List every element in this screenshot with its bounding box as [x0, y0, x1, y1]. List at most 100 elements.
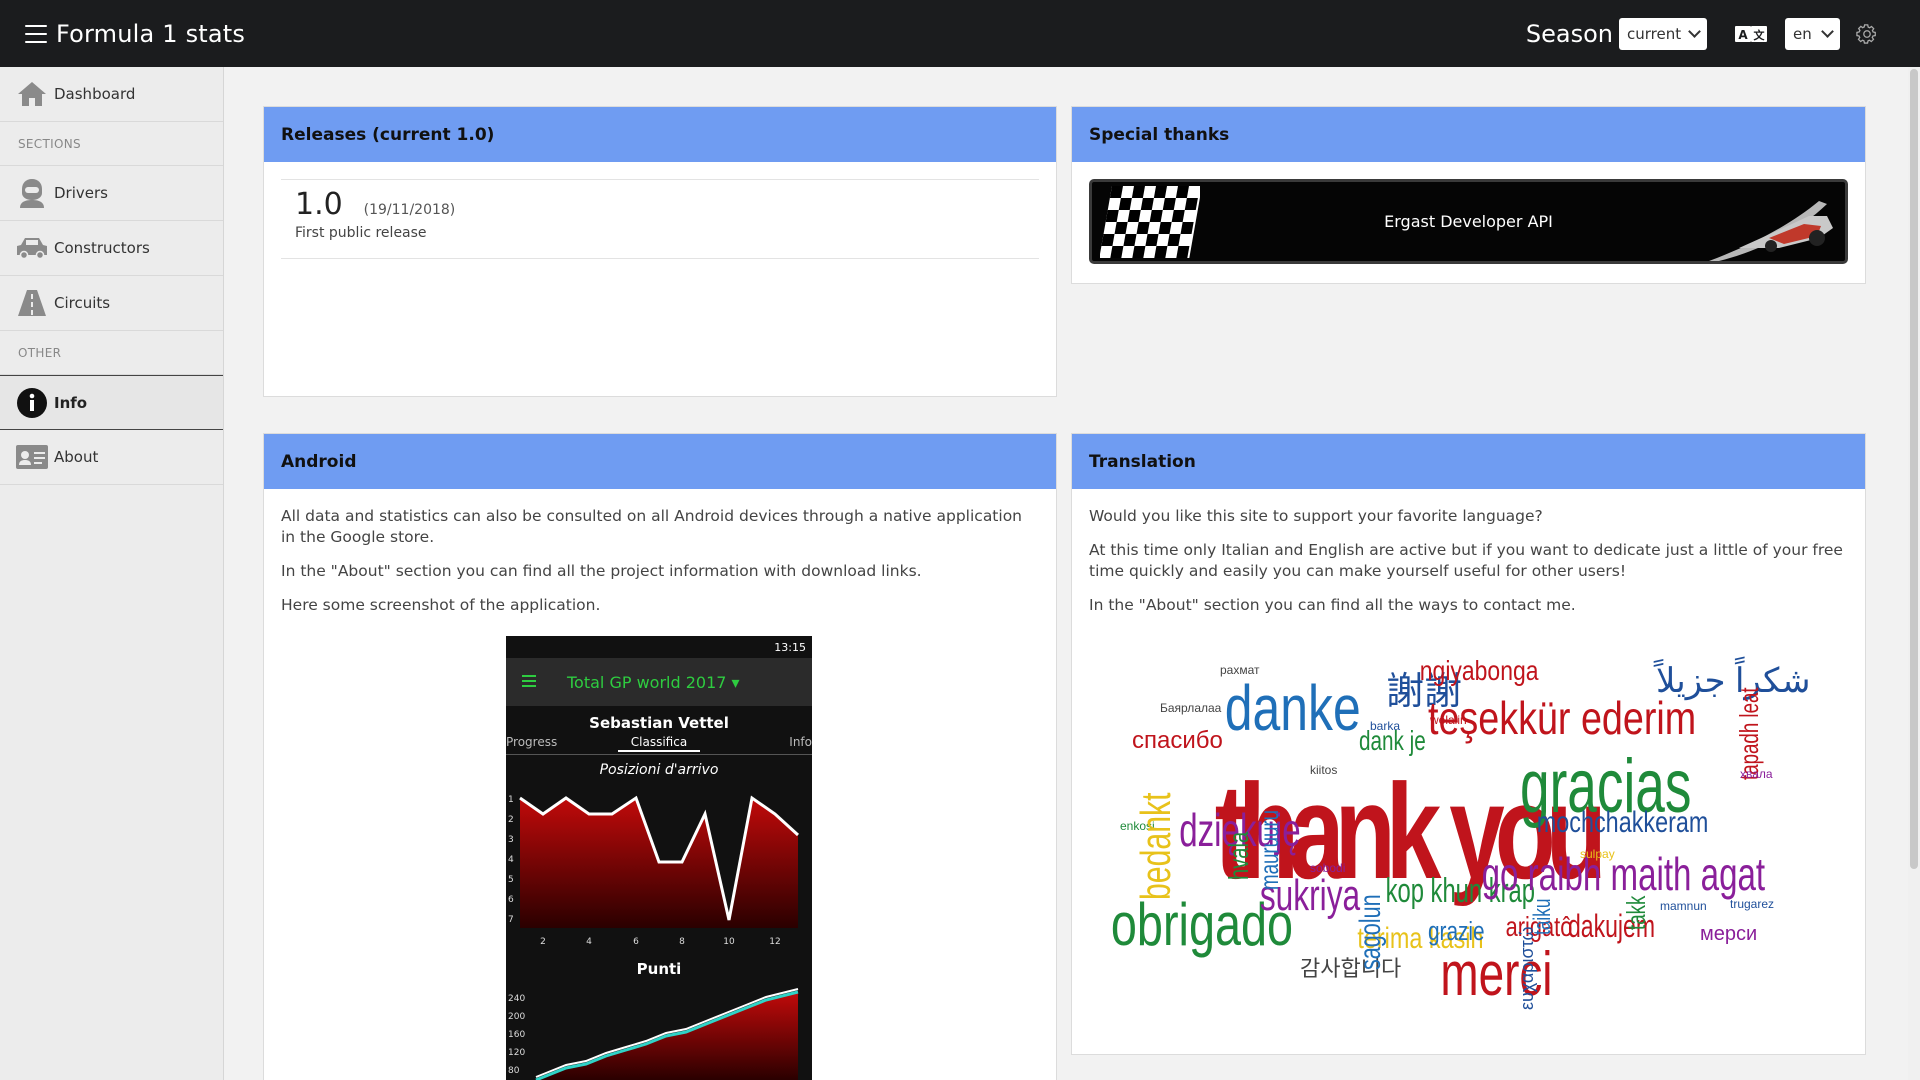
- svg-text:2: 2: [540, 937, 546, 947]
- topbar-controls: Season current A 文 en: [1526, 0, 1880, 67]
- svg-text:takk: takk: [1621, 895, 1651, 930]
- svg-text:barka: barka: [1370, 719, 1400, 733]
- season-select[interactable]: current: [1619, 17, 1707, 50]
- android-paragraph: Here some screenshot of the application.: [281, 596, 601, 614]
- chevron-down-icon: [1688, 24, 1701, 38]
- phone-chart-title-positions: Posizioni d'arrivo: [600, 762, 719, 778]
- ergast-api-label: Ergast Developer API: [1384, 212, 1553, 231]
- android-app-screenshot: 13:15 Total GP world 2017 ▾ Sebastian Ve…: [506, 636, 812, 1080]
- svg-text:mochchakkeram: mochchakkeram: [1537, 805, 1709, 838]
- svg-text:2: 2: [508, 815, 514, 825]
- release-version: 1.0: [295, 187, 343, 222]
- svg-text:8: 8: [679, 937, 685, 947]
- sidebar-item-circuits[interactable]: Circuits: [0, 276, 223, 331]
- sidebar: Dashboard SECTIONS Drivers Constructors …: [0, 67, 224, 1080]
- svg-text:文: 文: [1754, 28, 1766, 42]
- info-icon: [14, 387, 50, 419]
- sidebar-section-other: OTHER: [0, 331, 223, 375]
- home-icon: [14, 78, 50, 110]
- phone-status-time: 13:15: [774, 641, 806, 654]
- driver-icon: [14, 177, 50, 209]
- svg-text:мерси: мерси: [1700, 923, 1757, 945]
- releases-card-title: Releases (current 1.0): [264, 107, 1056, 162]
- android-card-title: Android: [264, 434, 1056, 489]
- gear-icon[interactable]: [1854, 21, 1880, 47]
- svg-text:sulpay: sulpay: [1580, 847, 1615, 861]
- sidebar-item-dashboard[interactable]: Dashboard: [0, 67, 223, 122]
- translation-card-title: Translation: [1072, 434, 1865, 489]
- svg-text:80: 80: [508, 1066, 520, 1076]
- phone-tab-info: Info: [789, 735, 812, 749]
- season-label: Season: [1525, 19, 1613, 48]
- android-card-body: All data and statistics can also be cons…: [264, 489, 1056, 646]
- svg-text:ευχαριστώ: ευχαριστώ: [1517, 927, 1537, 1011]
- sidebar-item-drivers[interactable]: Drivers: [0, 166, 223, 221]
- svg-text:200: 200: [508, 1012, 525, 1022]
- svg-text:4: 4: [586, 937, 592, 947]
- checkered-flag-icon: [1099, 186, 1202, 261]
- svg-text:kiitos: kiitos: [1310, 763, 1337, 777]
- sidebar-item-label: Info: [54, 393, 88, 412]
- releases-card: Releases (current 1.0) 1.0 (19/11/2018) …: [263, 106, 1057, 397]
- hamburger-menu-icon[interactable]: [25, 24, 47, 43]
- svg-text:12: 12: [769, 937, 780, 947]
- ergast-api-banner[interactable]: Ergast Developer API: [1089, 179, 1848, 264]
- release-description: First public release: [295, 225, 427, 241]
- road-icon: [14, 287, 50, 319]
- android-paragraph: All data and statistics can also be cons…: [281, 507, 1023, 546]
- sidebar-section-sections: SECTIONS: [0, 122, 223, 166]
- top-bar: Formula 1 stats Season current A 文 en: [0, 0, 1920, 67]
- sidebar-item-label: Constructors: [54, 239, 150, 257]
- svg-text:ngiyabonga: ngiyabonga: [1420, 656, 1539, 687]
- svg-text:go raibh maith agat: go raibh maith agat: [1482, 850, 1766, 900]
- svg-text:120: 120: [508, 1048, 525, 1058]
- sidebar-item-label: About: [54, 448, 99, 466]
- translate-icon[interactable]: A 文: [1735, 24, 1767, 44]
- special-thanks-card-title: Special thanks: [1072, 107, 1865, 162]
- language-select[interactable]: en: [1785, 17, 1840, 50]
- svg-text:teşekkür ederim: teşekkür ederim: [1428, 692, 1696, 743]
- svg-text:4: 4: [508, 855, 514, 865]
- svg-text:A: A: [1738, 28, 1748, 42]
- race-car-icon: [1709, 186, 1839, 261]
- chevron-down-icon: [1821, 24, 1834, 38]
- release-date: (19/11/2018): [363, 202, 456, 218]
- special-thanks-card: Special thanks Ergast Developer API: [1071, 106, 1866, 284]
- special-thanks-card-body: Ergast Developer API: [1072, 162, 1865, 281]
- svg-text:grazie: grazie: [1428, 917, 1485, 946]
- sidebar-item-constructors[interactable]: Constructors: [0, 221, 223, 276]
- phone-tab-progress: Progress: [506, 735, 557, 749]
- svg-text:danke: danke: [1225, 673, 1361, 744]
- translation-paragraph: Would you like this site to support your…: [1089, 507, 1543, 525]
- svg-text:рахмат: рахмат: [1220, 663, 1260, 677]
- sidebar-item-about[interactable]: About: [0, 430, 223, 485]
- svg-text:mauruuru: mauruuru: [1254, 810, 1284, 890]
- sidebar-item-label: Dashboard: [54, 85, 136, 103]
- svg-text:3: 3: [508, 835, 514, 845]
- translation-paragraph: In the "About" section you can find all …: [1089, 596, 1576, 614]
- id-card-icon: [14, 441, 50, 473]
- svg-text:10: 10: [723, 937, 735, 947]
- svg-text:trugarez: trugarez: [1730, 897, 1774, 911]
- svg-text:welalin: welalin: [1429, 713, 1467, 727]
- page-scrollbar-thumb[interactable]: [1910, 69, 1918, 869]
- svg-text:sobodi: sobodi: [1310, 861, 1345, 875]
- svg-text:hvala: hvala: [1224, 831, 1255, 880]
- releases-card-body: 1.0 (19/11/2018) First public release: [264, 162, 1056, 276]
- svg-text:Баярлалаа: Баярлалаа: [1160, 701, 1222, 715]
- phone-driver-name: Sebastian Vettel: [589, 714, 729, 732]
- svg-text:1: 1: [508, 795, 514, 805]
- sidebar-item-label: Drivers: [54, 184, 108, 202]
- language-select-value: en: [1793, 24, 1812, 43]
- svg-text:240: 240: [508, 994, 525, 1004]
- svg-text:mamnun: mamnun: [1660, 899, 1707, 913]
- svg-text:6: 6: [633, 937, 639, 947]
- svg-text:bedankt: bedankt: [1132, 792, 1179, 900]
- phone-app-title: Total GP world 2017 ▾: [566, 673, 740, 692]
- svg-text:спасибо: спасибо: [1132, 727, 1223, 754]
- svg-text:хвала: хвала: [1740, 767, 1773, 781]
- translation-paragraph: At this time only Italian and English ar…: [1089, 541, 1843, 580]
- sidebar-item-info[interactable]: Info: [0, 375, 223, 430]
- thank-you-word-cloud-image: thank you danke 謝謝 teşekkür ederim ngiya…: [1100, 640, 1820, 1010]
- svg-text:7: 7: [508, 915, 514, 925]
